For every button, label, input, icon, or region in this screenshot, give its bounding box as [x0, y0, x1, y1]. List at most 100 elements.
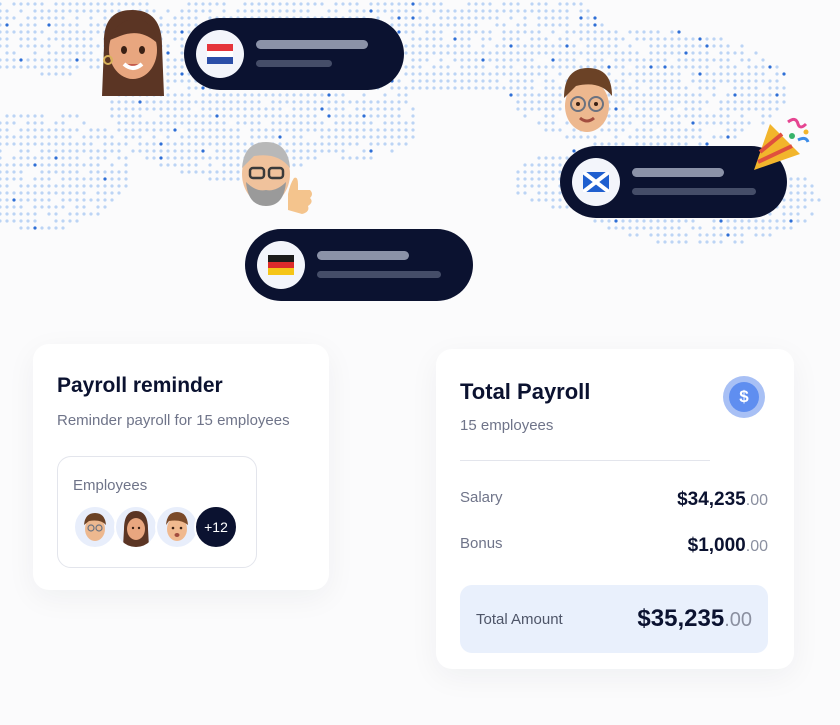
map-dot: [509, 37, 513, 41]
map-dot: [698, 107, 702, 111]
map-dot: [712, 114, 716, 118]
map-dot: [47, 135, 51, 139]
map-dot: [551, 9, 555, 13]
map-dot: [621, 86, 625, 90]
map-dot: [397, 93, 401, 97]
map-dot: [257, 9, 261, 13]
map-dot: [775, 219, 779, 223]
placeholder-text-line: [317, 251, 409, 260]
map-dot: [40, 114, 44, 118]
map-dot: [89, 212, 93, 216]
map-dot: [726, 65, 730, 69]
payroll-reminder-title: Payroll reminder: [57, 374, 223, 397]
map-dot: [89, 135, 93, 139]
map-dot: [236, 121, 240, 125]
map-dot: [712, 58, 716, 62]
map-dot: [61, 184, 65, 188]
map-dot: [509, 93, 513, 97]
map-dot: [187, 156, 191, 160]
map-dot: [292, 121, 296, 125]
map-dot: [215, 121, 219, 125]
map-dot: [12, 114, 16, 118]
more-employees-count[interactable]: +12: [194, 505, 238, 549]
map-dot: [40, 184, 44, 188]
map-dot: [656, 58, 660, 62]
map-dot: [558, 23, 562, 27]
map-dot: [33, 128, 37, 132]
map-dot: [117, 142, 121, 146]
map-dot: [642, 93, 646, 97]
map-dot: [68, 149, 72, 153]
map-dot: [208, 142, 212, 146]
map-dot: [474, 72, 478, 76]
map-dot: [173, 163, 177, 167]
map-dot: [201, 100, 205, 104]
map-dot: [33, 16, 37, 20]
map-dot: [33, 58, 37, 62]
map-dot: [565, 37, 569, 41]
map-dot: [642, 100, 646, 104]
map-dot: [712, 121, 716, 125]
map-dot: [243, 9, 247, 13]
map-dot: [754, 219, 758, 223]
map-dot: [516, 58, 520, 62]
map-dot: [89, 128, 93, 132]
map-dot: [705, 72, 709, 76]
map-dot: [768, 233, 772, 237]
map-dot: [558, 2, 562, 6]
map-dot: [26, 37, 30, 41]
map-dot: [131, 107, 135, 111]
map-dot: [229, 114, 233, 118]
map-dot: [89, 149, 93, 153]
map-dot: [460, 44, 464, 48]
map-dot: [376, 9, 380, 13]
map-dot: [173, 114, 177, 118]
map-dot: [523, 107, 527, 111]
map-dot: [488, 16, 492, 20]
map-dot: [404, 9, 408, 13]
map-dot: [12, 212, 16, 216]
map-dot: [705, 86, 709, 90]
map-dot: [0, 142, 2, 146]
map-dot: [663, 226, 667, 230]
map-dot: [698, 44, 702, 48]
employees-panel[interactable]: Employees +12: [57, 456, 257, 568]
map-dot: [250, 100, 254, 104]
map-dot: [747, 65, 751, 69]
total-amount-box: Total Amount $35,235.00: [460, 585, 768, 653]
map-dot: [194, 86, 198, 90]
map-dot: [663, 233, 667, 237]
map-dot: [54, 191, 58, 195]
map-dot: [61, 37, 65, 41]
map-dot: [740, 58, 744, 62]
map-dot: [544, 79, 548, 83]
map-dot: [68, 44, 72, 48]
map-dot: [278, 93, 282, 97]
map-dot: [278, 121, 282, 125]
map-dot: [551, 121, 555, 125]
map-dot: [432, 51, 436, 55]
map-dot: [19, 205, 23, 209]
map-dot: [649, 114, 653, 118]
map-dot: [719, 58, 723, 62]
map-dot: [173, 65, 177, 69]
map-dot: [628, 86, 632, 90]
map-dot: [649, 37, 653, 41]
map-dot: [803, 191, 807, 195]
map-dot: [768, 107, 772, 111]
map-dot: [208, 100, 212, 104]
map-dot: [320, 149, 324, 153]
map-dot: [236, 100, 240, 104]
map-dot: [89, 2, 93, 6]
map-dot: [502, 65, 506, 69]
map-dot: [82, 30, 86, 34]
map-dot: [138, 142, 142, 146]
map-dot: [439, 44, 443, 48]
map-dot: [677, 37, 681, 41]
map-dot: [40, 30, 44, 34]
map-dot: [754, 226, 758, 230]
map-dot: [187, 107, 191, 111]
map-dot: [40, 65, 44, 69]
map-dot: [285, 9, 289, 13]
map-dot: [502, 30, 506, 34]
